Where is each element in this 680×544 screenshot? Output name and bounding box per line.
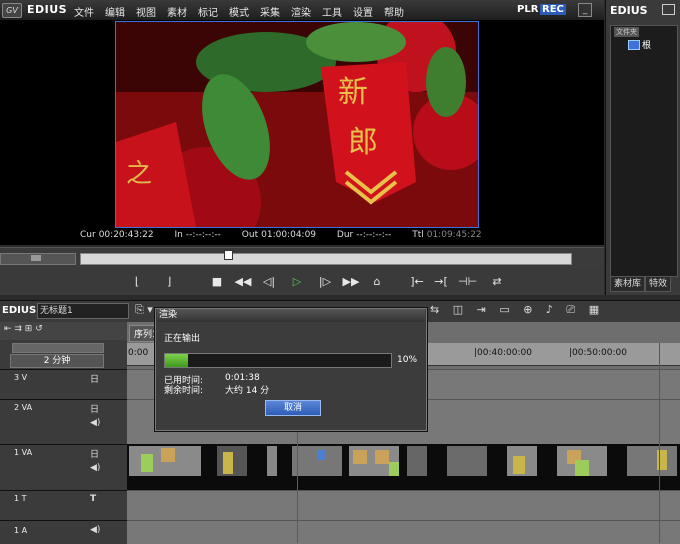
wedding-flowers-image: 新 郎 之 [116,22,478,227]
sequence-name[interactable]: 无标题1 [37,303,129,319]
ruler-label: |00:40:00:00 [474,348,532,358]
folder-icon[interactable] [662,4,675,15]
output-icon[interactable]: ⇄ [488,274,506,290]
main-menu: 文件 编辑 视图 素材 标记 模式 采集 渲染 工具 设置 帮助 [74,4,404,19]
render-status: 正在输出 [164,334,201,344]
ttl-label: Ttl [412,230,424,240]
zoom-slider[interactable] [12,343,104,353]
split-icon[interactable]: ⊣⊢ [458,274,477,290]
player-timecodes: Cur 00:20:43:22 In --:--:--:-- Out 01:00:04… [80,230,482,240]
timeline-toolbar-right[interactable]: ⇆ ◫ ⇥ ▭ ⊕ ♪ ⎚ ▦ [430,303,604,317]
menu-item-1[interactable]: 编辑 [105,4,125,19]
svg-text:郎: 郎 [348,125,378,160]
bin-folder-header: 文件夹 [614,27,639,37]
track-name: 1 VA [14,448,33,457]
player-mode-label[interactable]: PLR [517,4,538,15]
in-label: In [174,230,183,240]
out-timecode: 01:00:04:09 [261,230,317,240]
dur-label: Dur [336,230,354,240]
step-back-icon[interactable]: ◁| [260,274,278,290]
menu-item-3[interactable]: 素材 [167,4,187,19]
set-out-icon[interactable]: ⌋ [160,274,178,290]
menu-item-5[interactable]: 模式 [229,4,249,19]
insert-icon[interactable]: ]← [408,274,426,290]
clip-strip [129,446,677,476]
tab-bin[interactable]: 素材库 [610,276,646,292]
ttl-timecode: 01:09:45:22 [426,230,482,240]
loop-icon[interactable]: ⌂ [368,274,386,290]
menu-item-0[interactable]: 文件 [74,4,94,19]
lock-icon[interactable]: 日 [90,402,99,415]
track-name: 1 A [14,526,28,535]
lock-icon[interactable]: 日 [90,447,99,460]
overwrite-icon[interactable]: →[ [432,274,450,290]
track-lane-1va[interactable] [127,444,680,490]
elapsed-value: 0:01:38 [225,373,260,383]
ruler-label: 0:00 [128,348,149,358]
position-bar[interactable] [80,253,572,265]
audio-icon[interactable]: ◀) [90,525,100,535]
render-percent: 10% [397,355,418,365]
timeline-toolbar[interactable]: ⎘ ▾ [135,303,153,317]
app-name: EDIUS [27,3,68,16]
jog-thumb[interactable] [31,255,41,261]
bin-tabs: 素材库 特效 [610,276,676,292]
audio-icon[interactable]: ◀) [90,418,100,428]
app-logo-icon: GV [2,3,22,18]
cur-label: Cur [80,230,96,240]
tab-effects[interactable]: 特效 [645,276,672,292]
menu-item-8[interactable]: 工具 [322,4,342,19]
in-timecode: --:--:--:-- [185,230,221,240]
track-name: 2 VA [14,403,33,412]
out-label: Out [241,230,259,240]
render-progress-fill [165,354,188,367]
track-name: 1 T [14,494,27,503]
title-track-icon[interactable]: T [90,494,96,504]
menu-item-2[interactable]: 视图 [136,4,156,19]
audio-icon[interactable]: ◀) [90,463,100,473]
bin-title: EDIUS [610,4,648,17]
stop-icon[interactable]: ■ [208,274,226,290]
bin-root-item[interactable]: 根 [642,38,651,51]
track-name: 3 V [14,373,28,382]
menu-item-6[interactable]: 采集 [260,4,280,19]
render-progress-bar [164,353,392,368]
cancel-button[interactable]: 取消 [265,400,321,416]
timeline-app-label: EDIUS [2,305,37,316]
menu-item-7[interactable]: 渲染 [291,4,311,19]
track-lane-1t[interactable] [127,490,680,521]
remaining-label: 剩余时间: [164,386,204,396]
fast-forward-icon[interactable]: ▶▶ [342,274,360,290]
track-tools-icons[interactable]: ⇤ ⇉ ⊞ ↺ [4,324,43,334]
step-forward-icon[interactable]: |▷ [316,274,334,290]
preview-video-frame: 新 郎 之 [115,21,479,228]
dur-timecode: --:--:--:-- [356,230,392,240]
menu-item-10[interactable]: 帮助 [384,4,404,19]
rewind-icon[interactable]: ◀◀ [234,274,252,290]
timeline-end-marker [659,343,660,543]
menu-item-4[interactable]: 标记 [198,4,218,19]
minimize-button[interactable]: _ [578,3,592,17]
bin-tree [610,25,678,277]
playhead-marker[interactable] [224,250,233,260]
root-folder-icon [628,40,640,50]
menu-item-9[interactable]: 设置 [353,4,373,19]
svg-text:新: 新 [338,75,368,110]
zoom-select[interactable]: 2 分钟 [10,354,104,368]
set-in-icon[interactable]: ⌊ [128,274,146,290]
ruler-label: |00:50:00:00 [569,348,627,358]
lock-icon[interactable]: 日 [90,372,99,385]
track-lane-1a[interactable] [127,520,680,544]
remaining-value: 大约 14 分 [225,386,270,396]
dialog-title: 渲染 [157,309,425,322]
cur-timecode: 00:20:43:22 [98,230,154,240]
play-icon[interactable]: ▷ [288,274,306,290]
recorder-mode-label[interactable]: REC [540,4,566,15]
svg-text:之: 之 [126,159,152,189]
